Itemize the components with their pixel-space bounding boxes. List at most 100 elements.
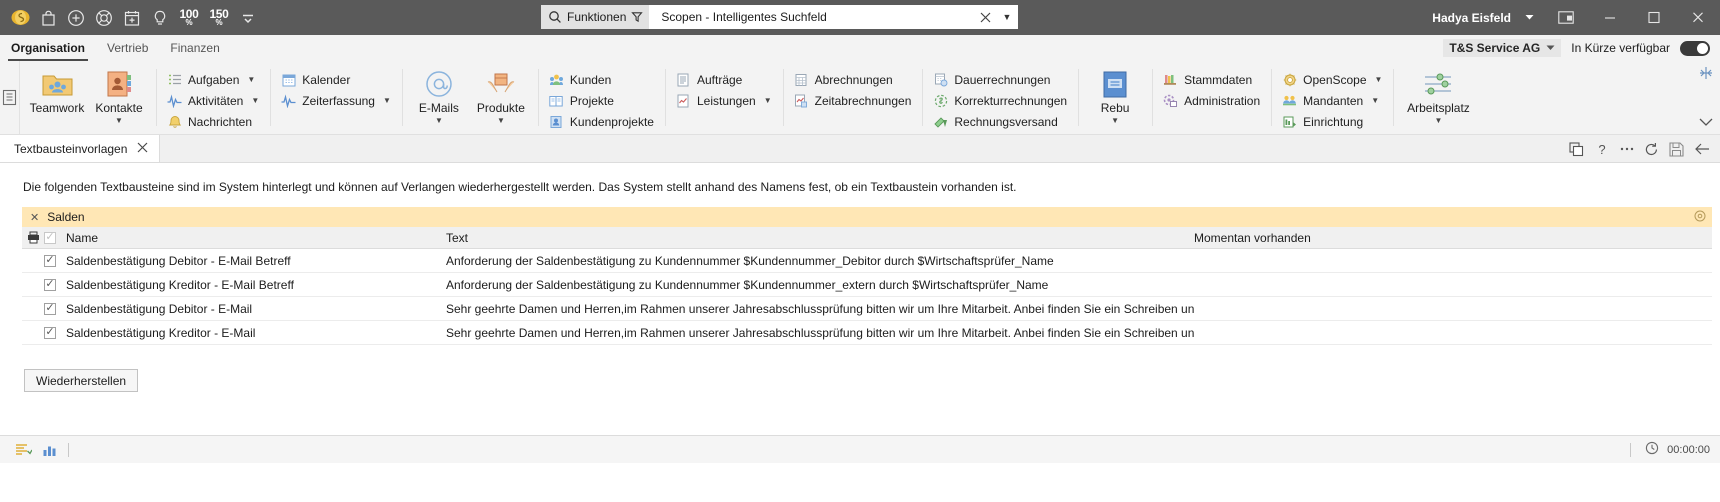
doctab-close-icon[interactable] bbox=[137, 141, 148, 156]
table-row[interactable]: Saldenbestätigung Debitor - E-Mail Betre… bbox=[22, 249, 1712, 273]
ribbon-button-aufgaben[interactable]: Aufgaben ▼ bbox=[162, 69, 264, 90]
row-checkbox[interactable] bbox=[44, 254, 56, 267]
availability-toggle[interactable] bbox=[1680, 40, 1710, 56]
back-arrow-icon[interactable] bbox=[1689, 135, 1714, 163]
customers-icon bbox=[549, 72, 564, 87]
row-text: Anforderung der Saldenbestätigung zu Kun… bbox=[446, 277, 1049, 292]
ribbon-button-kalender-label: Kalender bbox=[302, 72, 351, 87]
ribbon-button-kontakte-caret[interactable]: ▼ bbox=[115, 116, 123, 125]
ribbon-button-mandanten[interactable]: Mandanten ▼ bbox=[1277, 90, 1387, 111]
ribbon-button-teamwork[interactable]: Teamwork bbox=[26, 64, 88, 115]
user-menu[interactable]: Hadya Eisfeld bbox=[1422, 11, 1544, 25]
lightbulb-icon[interactable] bbox=[146, 3, 174, 33]
grid-column-header-available[interactable]: Momentan vorhanden bbox=[1194, 231, 1712, 245]
search-scope-chip[interactable]: Funktionen bbox=[541, 5, 650, 29]
ribbon-button-administration-label: Administration bbox=[1184, 93, 1261, 108]
ribbon-button-nachrichten[interactable]: Nachrichten bbox=[162, 111, 264, 132]
tab-finanzen[interactable]: Finanzen bbox=[159, 35, 230, 61]
ribbon-button-leistungen-caret[interactable]: ▼ bbox=[764, 96, 772, 105]
maximize-button[interactable] bbox=[1632, 0, 1676, 35]
row-checkbox[interactable] bbox=[44, 278, 56, 291]
restore-session-button[interactable] bbox=[1544, 0, 1588, 35]
bar-chart-icon[interactable] bbox=[36, 436, 62, 464]
ribbon-button-rechnungsversand[interactable]: Rechnungsversand bbox=[928, 111, 1072, 132]
table-row[interactable]: Saldenbestätigung Kreditor - E-Mail Sehr… bbox=[22, 321, 1712, 345]
ribbon-button-produkte-caret[interactable]: ▼ bbox=[497, 116, 505, 125]
ribbon-button-openscope-caret[interactable]: ▼ bbox=[1375, 75, 1383, 84]
search-clear-icon[interactable] bbox=[974, 11, 996, 24]
ribbon-button-kunden[interactable]: Kunden bbox=[544, 69, 659, 90]
ribbon-button-mandanten-caret[interactable]: ▼ bbox=[1371, 96, 1379, 105]
copy-icon[interactable] bbox=[1564, 135, 1589, 163]
ribbon-button-rebu[interactable]: Rebu ▼ bbox=[1084, 64, 1146, 125]
ribbon-button-aktivitaeten-caret[interactable]: ▼ bbox=[251, 96, 259, 105]
zoom-100-percent: % bbox=[185, 18, 193, 27]
tab-vertrieb[interactable]: Vertrieb bbox=[96, 35, 159, 61]
ribbon-button-administration[interactable]: Administration bbox=[1158, 90, 1265, 111]
list-lines-icon[interactable] bbox=[10, 436, 36, 464]
printer-icon[interactable] bbox=[22, 231, 44, 244]
ribbon-button-zeitabrechnungen[interactable]: Zeitabrechnungen bbox=[789, 90, 917, 111]
ribbon-button-arbeitsplatz[interactable]: Arbeitsplatz ▼ bbox=[1399, 64, 1477, 125]
zoom-100-button[interactable]: 100 % bbox=[174, 3, 204, 33]
row-checkbox[interactable] bbox=[44, 326, 56, 339]
ribbon-collapse-icon[interactable] bbox=[1699, 116, 1713, 130]
ribbon-button-openscope[interactable]: OpenScope ▼ bbox=[1277, 69, 1387, 90]
row-checkbox[interactable] bbox=[44, 302, 56, 315]
ribbon-button-korrekturrechnungen[interactable]: Korrekturrechnungen bbox=[928, 90, 1072, 111]
ribbon-button-stammdaten[interactable]: Stammdaten bbox=[1158, 69, 1265, 90]
zoom-150-button[interactable]: 150 % bbox=[204, 3, 234, 33]
bag-icon[interactable] bbox=[34, 3, 62, 33]
calendar-add-icon[interactable] bbox=[118, 3, 146, 33]
quick-access-overflow-icon[interactable] bbox=[234, 3, 262, 33]
ribbon-button-emails-caret[interactable]: ▼ bbox=[435, 116, 443, 125]
ribbon-button-abrechnungen[interactable]: Abrechnungen bbox=[789, 69, 917, 90]
ribbon-button-rebu-caret[interactable]: ▼ bbox=[1111, 116, 1119, 125]
plus-circle-icon[interactable] bbox=[62, 3, 90, 33]
activities-icon bbox=[167, 93, 182, 108]
table-row[interactable]: Saldenbestätigung Debitor - E-Mail Sehr … bbox=[22, 297, 1712, 321]
ribbon-button-projekte-label: Projekte bbox=[569, 93, 614, 108]
ribbon-button-arbeitsplatz-caret[interactable]: ▼ bbox=[1434, 116, 1442, 125]
ribbon-button-aufgaben-caret[interactable]: ▼ bbox=[247, 75, 255, 84]
doctab-textbausteinvorlagen[interactable]: Textbausteinvorlagen bbox=[0, 135, 161, 162]
save-icon[interactable] bbox=[1664, 135, 1689, 163]
lifebuoy-icon[interactable] bbox=[90, 3, 118, 33]
ribbon-button-zeiterfassung[interactable]: Zeiterfassung ▼ bbox=[276, 90, 396, 111]
ribbon-button-emails[interactable]: E-Mails ▼ bbox=[408, 64, 470, 125]
refresh-icon[interactable] bbox=[1639, 135, 1664, 163]
ribbon-button-leistungen[interactable]: Leistungen ▼ bbox=[671, 90, 777, 111]
grid-column-header-name[interactable]: Name bbox=[56, 231, 446, 245]
help-icon[interactable]: ? bbox=[1589, 135, 1614, 163]
grid-column-header-text[interactable]: Text bbox=[446, 231, 1194, 245]
global-search-bar[interactable]: Funktionen Scopen - Intelligentes Suchfe… bbox=[541, 5, 1018, 29]
restore-button[interactable]: Wiederherstellen bbox=[24, 369, 139, 392]
group-band-label: Salden bbox=[47, 210, 85, 224]
ribbon-button-kundenprojekte[interactable]: Kundenprojekte bbox=[544, 111, 659, 132]
ribbon-menu-icon[interactable] bbox=[0, 61, 20, 134]
group-band-close-icon[interactable]: ✕ bbox=[22, 211, 47, 224]
products-box-icon bbox=[486, 68, 516, 100]
ribbon-button-zeiterfassung-caret[interactable]: ▼ bbox=[383, 96, 391, 105]
ribbon-button-einrichtung[interactable]: Einrichtung bbox=[1277, 111, 1387, 132]
ribbon-button-aktivitaeten[interactable]: Aktivitäten ▼ bbox=[162, 90, 264, 111]
ribbon-pin-icon[interactable] bbox=[1698, 65, 1714, 84]
ribbon-button-projekte[interactable]: Projekte bbox=[544, 90, 659, 111]
minimize-button[interactable] bbox=[1588, 0, 1632, 35]
ribbon-button-kalender[interactable]: Kalender bbox=[276, 69, 396, 90]
tab-organisation[interactable]: Organisation bbox=[0, 35, 96, 61]
scopen-logo-icon[interactable] bbox=[6, 3, 34, 33]
search-input[interactable]: Scopen - Intelligentes Suchfeld bbox=[649, 10, 974, 24]
grid-select-all-checkbox[interactable] bbox=[44, 231, 56, 244]
ribbon-button-dauerrechnungen[interactable]: Dauerrechnungen bbox=[928, 69, 1072, 90]
ribbon-button-auftraege[interactable]: Aufträge bbox=[671, 69, 777, 90]
tenant-selector[interactable]: T&S Service AG bbox=[1443, 39, 1562, 57]
ribbon-button-kontakte[interactable]: Kontakte ▼ bbox=[88, 64, 150, 125]
ribbon-button-produkte[interactable]: Produkte ▼ bbox=[470, 64, 532, 125]
quick-access-toolbar: 100 % 150 % bbox=[0, 3, 262, 33]
more-icon[interactable] bbox=[1614, 135, 1639, 163]
settings-gear-icon[interactable] bbox=[1694, 210, 1706, 225]
search-dropdown-icon[interactable]: ▼ bbox=[996, 12, 1018, 22]
close-button[interactable] bbox=[1676, 0, 1720, 35]
table-row[interactable]: Saldenbestätigung Kreditor - E-Mail Betr… bbox=[22, 273, 1712, 297]
